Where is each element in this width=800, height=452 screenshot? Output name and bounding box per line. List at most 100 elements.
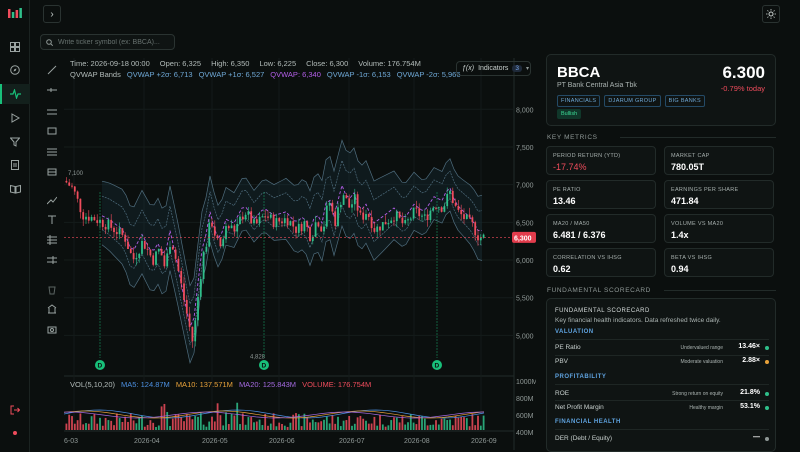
volume-bar xyxy=(166,411,169,430)
candle-body xyxy=(334,211,337,226)
candle-body xyxy=(328,202,331,206)
volume-bar xyxy=(76,420,79,430)
chevron-right-icon: › xyxy=(50,8,54,20)
filter-icon[interactable] xyxy=(9,136,21,148)
time-tick-label: 2026-06 xyxy=(269,438,295,445)
volume-bar xyxy=(440,418,443,430)
camera-icon[interactable] xyxy=(46,323,58,335)
score-name: ROE xyxy=(555,390,570,397)
score-row-pbv[interactable]: PBV Moderate valuation 2.88× xyxy=(555,356,769,368)
volume-bar xyxy=(381,424,384,430)
rectangle-icon[interactable] xyxy=(46,125,58,137)
vol-volume: VOLUME: 176.754M xyxy=(302,380,372,389)
volume-bar xyxy=(132,420,135,430)
horizontal-line-icon[interactable] xyxy=(46,84,58,96)
levels-icon[interactable] xyxy=(46,254,58,266)
candle-body xyxy=(241,216,244,220)
tag-big-banks[interactable]: BIG BANKS xyxy=(664,95,705,107)
book-icon[interactable] xyxy=(9,183,21,195)
candle-body xyxy=(76,191,79,199)
candle-body xyxy=(275,218,278,227)
candle-body xyxy=(68,182,71,186)
scorecard-description: Key financial health indicators. Data re… xyxy=(555,317,721,324)
candle-body xyxy=(233,225,236,232)
volume-bar xyxy=(157,425,160,430)
volume-bar xyxy=(421,416,423,430)
candle-body xyxy=(166,253,169,267)
volume-bar xyxy=(435,420,437,430)
path-icon[interactable] xyxy=(46,194,58,206)
volume-bar xyxy=(384,426,387,430)
volume-bar xyxy=(390,420,393,430)
volume-bar xyxy=(463,417,465,430)
tag-djarum-group[interactable]: DJARUM GROUP xyxy=(604,95,661,107)
candle-body xyxy=(82,212,85,220)
sun-icon xyxy=(766,9,776,19)
volume-bar xyxy=(328,423,331,430)
volume-bar xyxy=(306,417,309,430)
compass-icon[interactable] xyxy=(9,64,21,76)
left-nav xyxy=(0,0,30,452)
candle-body xyxy=(264,216,267,218)
candle-body xyxy=(320,226,323,232)
document-icon[interactable] xyxy=(9,159,21,171)
candle-body xyxy=(138,253,141,258)
candle-body xyxy=(191,326,194,342)
volume-bar xyxy=(359,415,362,430)
score-row-roe[interactable]: ROE Strong return on equity 21.8% xyxy=(555,388,769,400)
ticker-search[interactable] xyxy=(40,34,175,50)
price-tick-label: 6,500 xyxy=(516,220,534,227)
candle-body xyxy=(188,313,191,327)
tag-financials[interactable]: FINANCIALS xyxy=(557,95,601,107)
expand-sidebar-button[interactable]: › xyxy=(43,5,61,23)
time-tick-label: 2026-08 xyxy=(404,438,430,445)
candle-body xyxy=(157,249,160,252)
ohlc-volume: Volume: 176.754M xyxy=(358,59,421,68)
ruler-icon[interactable] xyxy=(46,166,58,178)
indicators-button[interactable]: ƒ(x) Indicators 3 ▾ xyxy=(456,61,531,76)
volume-readout: VOL(5,10,20) MA5: 124.87M MA10: 137.571M MA… xyxy=(70,380,377,389)
volume-bar xyxy=(348,415,351,430)
trendline-icon[interactable] xyxy=(46,64,58,76)
fib-icon[interactable] xyxy=(46,234,58,246)
candle-body xyxy=(426,214,429,221)
ticker-search-input[interactable] xyxy=(58,38,168,46)
volume-bar xyxy=(289,422,292,430)
logo-icon[interactable] xyxy=(8,7,22,19)
volume-bar xyxy=(194,416,197,430)
logout-icon[interactable] xyxy=(9,404,21,416)
volume-bar xyxy=(267,425,269,430)
fundamental-section-title: FUNDAMENTAL SCORECARD xyxy=(547,287,651,294)
list-icon[interactable] xyxy=(46,146,58,158)
theme-toggle-button[interactable] xyxy=(762,5,780,23)
score-row-npm[interactable]: Net Profit Margin Healthy margin 53.1% xyxy=(555,402,769,414)
volume-bar xyxy=(449,419,451,430)
vol-ma10: MA10: 137.571M xyxy=(175,380,233,389)
volume-bar xyxy=(163,403,166,430)
bank-icon[interactable] xyxy=(46,303,58,315)
candle-body xyxy=(101,219,104,227)
candle-body xyxy=(359,210,362,213)
volume-bar xyxy=(183,421,185,430)
metric-value: 780.05T xyxy=(671,162,705,172)
activity-icon[interactable] xyxy=(9,88,21,100)
price-tick-label: 5,500 xyxy=(516,296,534,303)
text-icon[interactable] xyxy=(46,214,58,226)
metric-card: PE RATIO 13.46 xyxy=(546,180,656,209)
candle-body xyxy=(429,210,432,221)
score-row-der[interactable]: DER (Debt / Equity) — xyxy=(555,433,769,445)
play-icon[interactable] xyxy=(9,112,21,124)
volume-bar xyxy=(149,420,152,430)
candle-body xyxy=(342,195,345,205)
score-name: PBV xyxy=(555,358,569,365)
trash-icon[interactable] xyxy=(46,284,58,296)
volume-bar xyxy=(356,417,359,430)
parallel-lines-icon[interactable] xyxy=(46,106,58,118)
price-chart[interactable]: 8,000 7,500 7,000 6,500 6,000 5,500 5,000 6-03 2… xyxy=(64,58,536,450)
volume-bar xyxy=(236,402,239,430)
grid-icon[interactable] xyxy=(9,41,21,53)
candle-body xyxy=(300,223,303,232)
indicators-label: Indicators xyxy=(478,65,509,72)
candle-body xyxy=(309,226,311,242)
score-row-pe[interactable]: PE Ratio Undervalued range 13.46× xyxy=(555,342,769,354)
